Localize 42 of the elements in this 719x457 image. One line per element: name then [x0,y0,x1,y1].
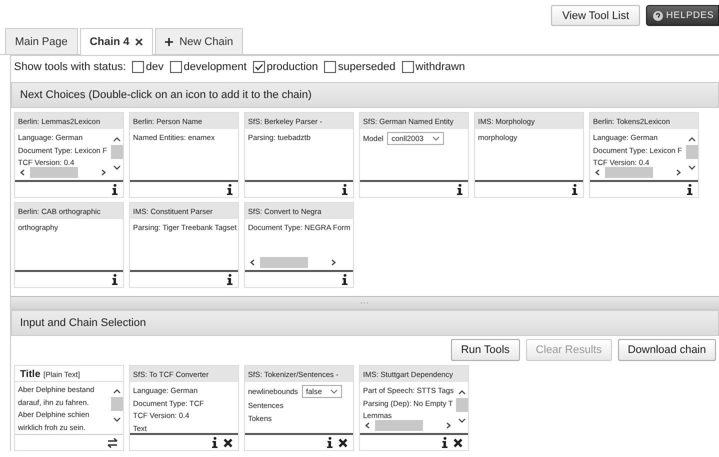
remove-icon[interactable] [223,438,233,448]
caret-icon [330,389,338,394]
checkbox[interactable] [402,61,414,73]
view-tool-list-button[interactable]: View Tool List [551,5,640,26]
close-icon[interactable] [135,38,144,46]
checkbox[interactable] [324,61,336,73]
info-icon[interactable] [342,184,348,195]
tab[interactable]: New Chain [155,28,244,54]
info-icon[interactable] [112,184,118,195]
info-icon[interactable] [327,437,333,448]
info-icon[interactable] [227,184,233,195]
remove-icon[interactable] [338,438,348,448]
checkbox-label[interactable]: dev [146,61,164,73]
info-icon[interactable] [112,274,118,285]
filter-label: Show tools with status: [14,61,126,73]
helpdesk-button[interactable]: HELPDES [646,5,719,26]
info-icon[interactable] [457,184,463,195]
remove-icon[interactable] [453,438,463,448]
action-button[interactable]: Download chain [618,339,716,361]
info-icon[interactable] [227,274,233,285]
checkbox-label[interactable]: withdrawn [416,61,466,73]
section-header: Input and Chain Selection [11,310,719,336]
info-icon[interactable] [572,184,578,195]
checkbox[interactable] [252,61,265,73]
info-icon[interactable] [442,437,448,448]
section-header: Next Choices (Double-click on an icon to add it to the chain) [11,82,719,108]
caret-icon [432,136,440,141]
action-button[interactable]: Run Tools [450,339,520,361]
swap-icon[interactable] [107,438,118,448]
input-title: Title [20,369,40,380]
checkbox[interactable] [170,61,182,73]
checkbox[interactable] [132,61,144,73]
info-icon[interactable] [212,437,218,448]
checkbox-label[interactable]: superseded [338,61,396,73]
info-icon[interactable] [687,184,693,195]
tab[interactable]: Chain 4 [80,28,154,55]
checkbox-label[interactable]: development [184,61,247,73]
tab[interactable]: Main Page [5,28,78,54]
info-icon[interactable] [342,274,348,285]
help-icon [653,10,664,20]
plus-icon [165,38,174,46]
checkbox-label[interactable]: production [266,61,318,73]
